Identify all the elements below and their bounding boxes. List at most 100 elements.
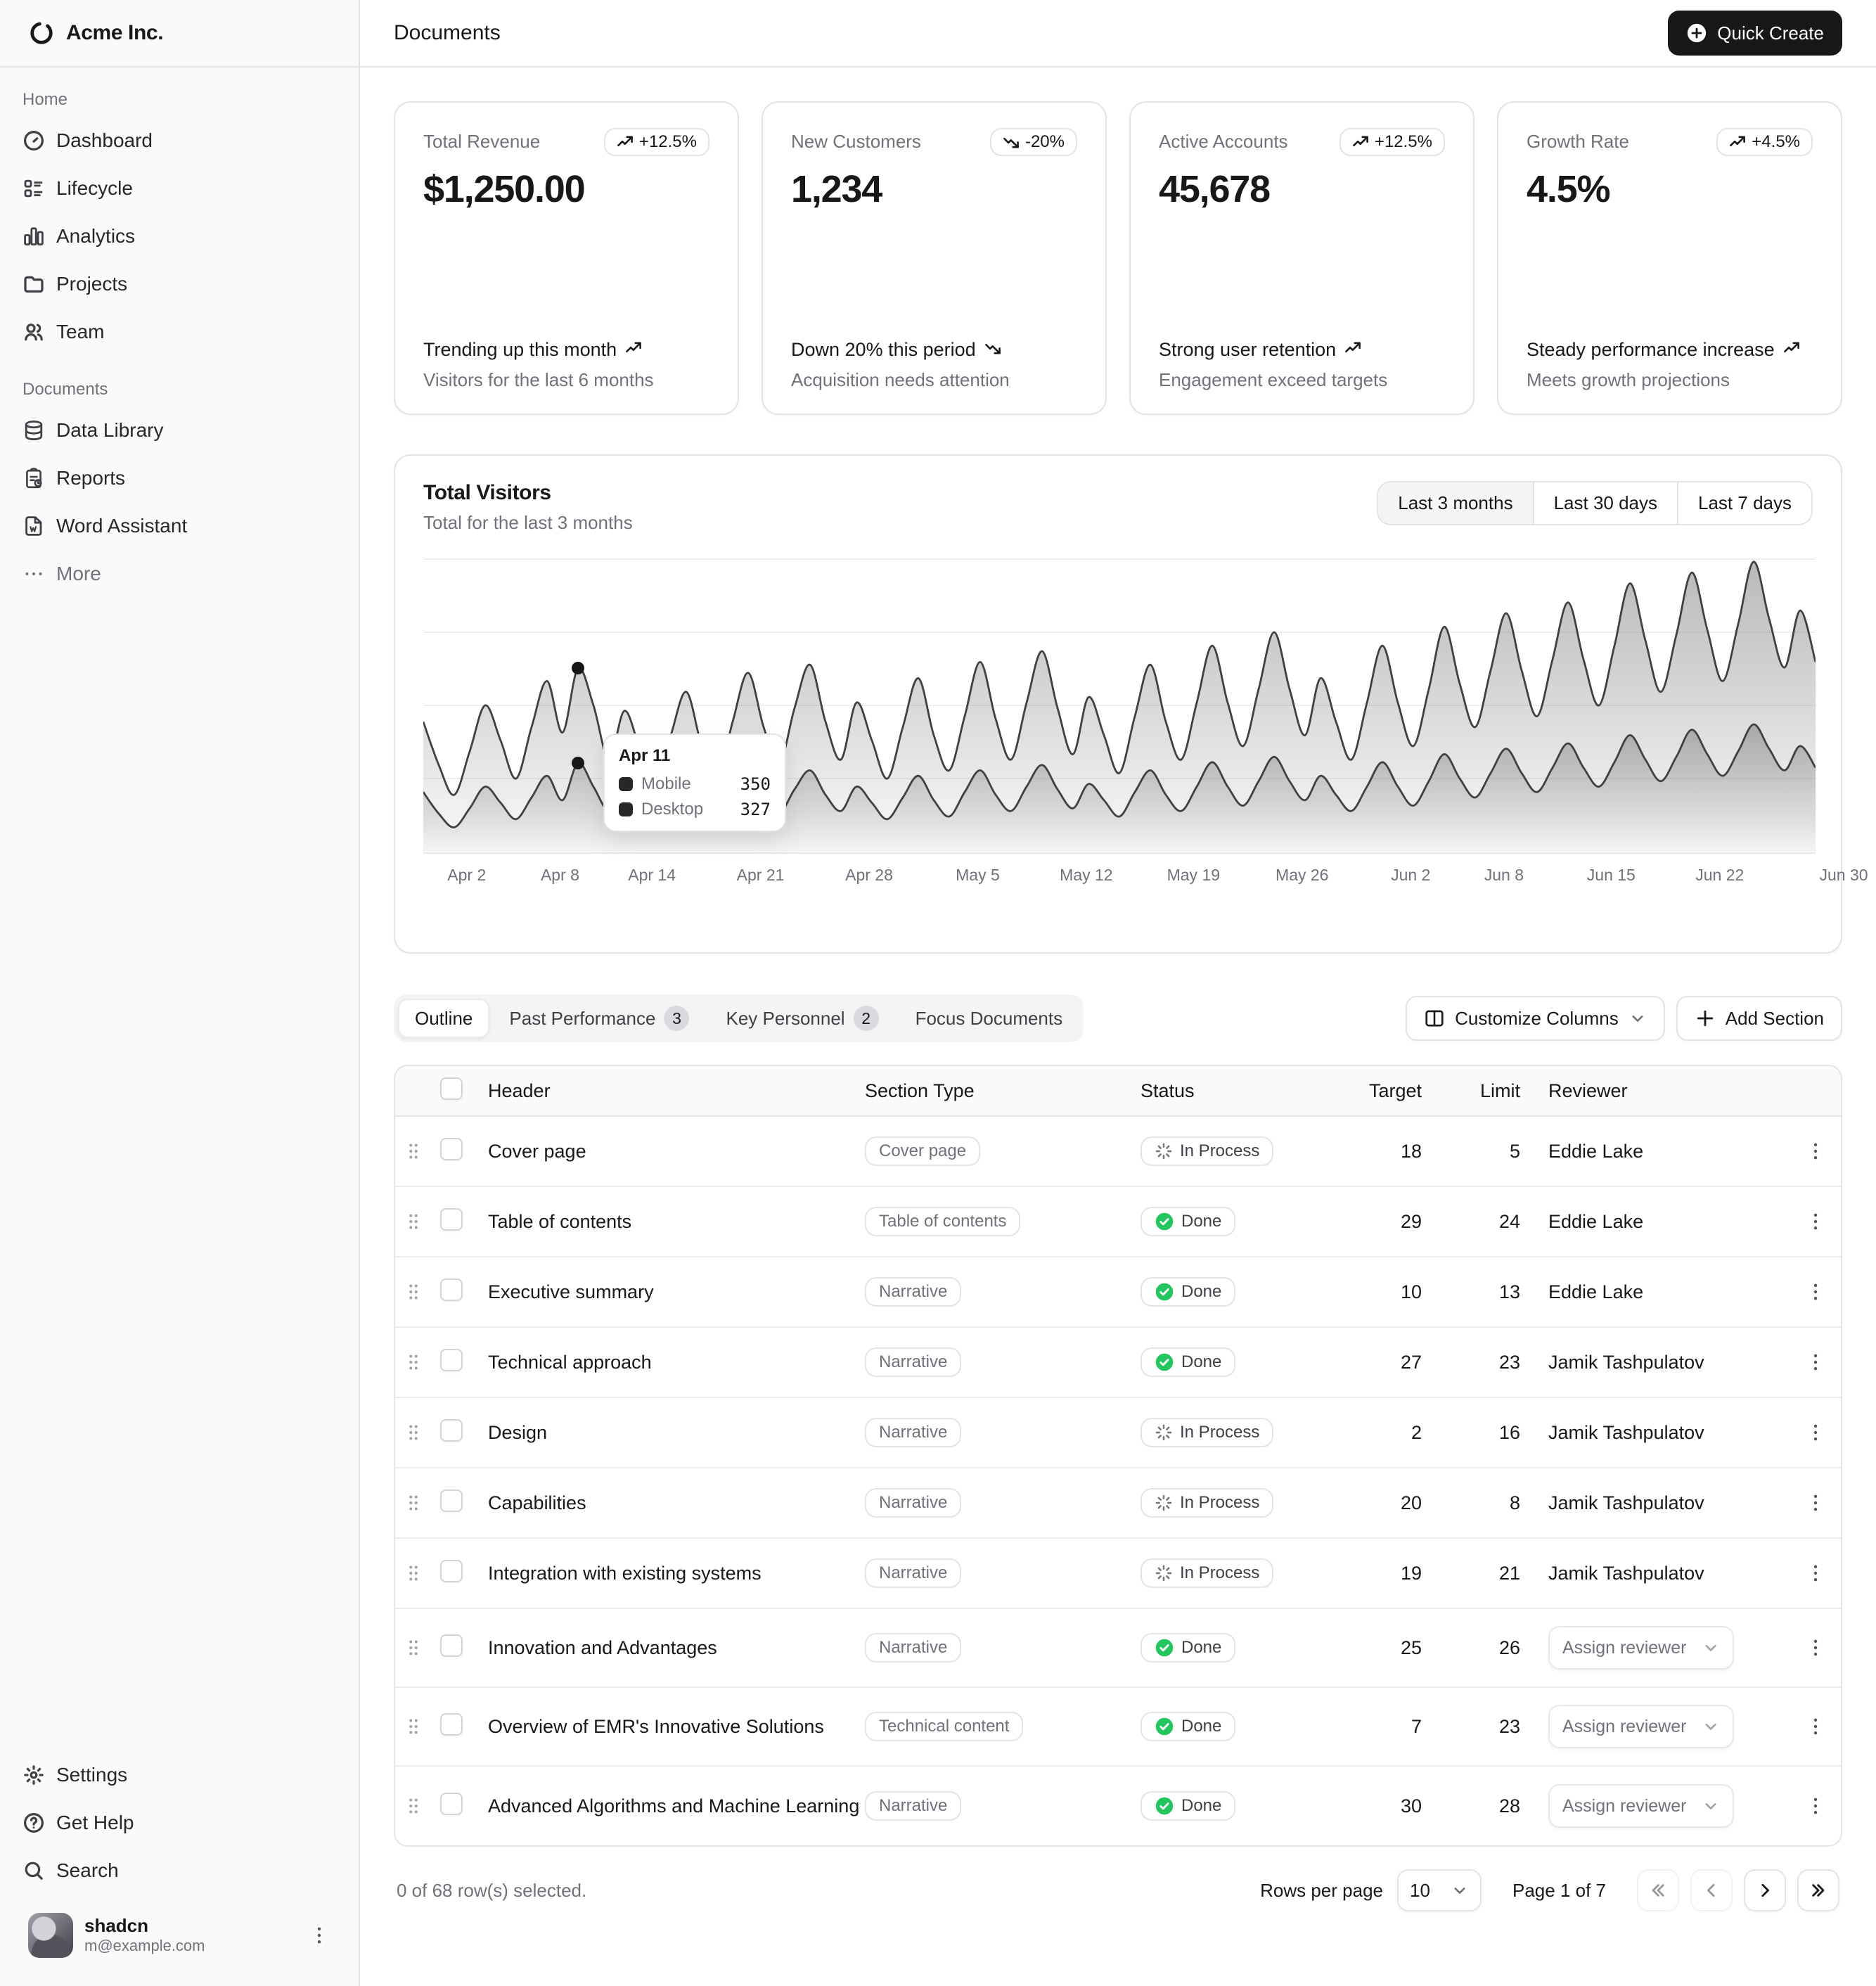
row-checkbox[interactable] xyxy=(440,1560,463,1582)
tab-focus-documents[interactable]: Focus Documents xyxy=(899,999,1080,1038)
limit-value[interactable]: 21 xyxy=(1441,1563,1540,1584)
drag-handle[interactable] xyxy=(395,1352,432,1373)
row-menu-button[interactable] xyxy=(1790,1562,1841,1584)
target-value[interactable]: 20 xyxy=(1343,1492,1441,1514)
quick-create-button[interactable]: Quick Create xyxy=(1668,11,1842,56)
row-checkbox[interactable] xyxy=(440,1208,463,1231)
target-value[interactable]: 29 xyxy=(1343,1211,1441,1233)
row-checkbox[interactable] xyxy=(440,1419,463,1442)
row-checkbox[interactable] xyxy=(440,1490,463,1512)
first-page-button[interactable] xyxy=(1637,1869,1679,1911)
section-title[interactable]: Capabilities xyxy=(488,1492,586,1513)
assign-reviewer-select[interactable]: Assign reviewer xyxy=(1548,1705,1734,1748)
row-menu-button[interactable] xyxy=(1790,1636,1841,1659)
target-value[interactable]: 27 xyxy=(1343,1352,1441,1373)
sidebar-item-projects[interactable]: Projects xyxy=(11,262,347,307)
section-title[interactable]: Integration with existing systems xyxy=(488,1563,762,1584)
sidebar-item-more[interactable]: More xyxy=(11,551,347,596)
drag-handle[interactable] xyxy=(395,1211,432,1232)
limit-value[interactable]: 13 xyxy=(1441,1281,1540,1303)
section-title[interactable]: Design xyxy=(488,1422,547,1443)
row-menu-button[interactable] xyxy=(1790,1715,1841,1738)
row-menu-button[interactable] xyxy=(1790,1140,1841,1162)
assign-reviewer-select[interactable]: Assign reviewer xyxy=(1548,1784,1734,1828)
assign-reviewer-select[interactable]: Assign reviewer xyxy=(1548,1626,1734,1670)
rows-per-page-select[interactable]: 10 xyxy=(1397,1869,1482,1911)
row-checkbox[interactable] xyxy=(440,1279,463,1301)
select-all-checkbox[interactable] xyxy=(440,1077,463,1100)
target-value[interactable]: 10 xyxy=(1343,1281,1441,1303)
last-page-button[interactable] xyxy=(1797,1869,1839,1911)
status-badge: In Process xyxy=(1141,1558,1273,1588)
sidebar-item-word-assistant[interactable]: Word Assistant xyxy=(11,504,347,549)
drag-handle[interactable] xyxy=(395,1637,432,1658)
section-title[interactable]: Advanced Algorithms and Machine Learning xyxy=(488,1795,859,1817)
sidebar-item-reports[interactable]: Reports xyxy=(11,456,347,501)
sidebar-footer-nav: SettingsGet HelpSearch xyxy=(11,1753,347,1896)
row-checkbox[interactable] xyxy=(440,1138,463,1160)
row-menu-button[interactable] xyxy=(1790,1492,1841,1514)
row-checkbox[interactable] xyxy=(440,1793,463,1815)
next-page-button[interactable] xyxy=(1744,1869,1786,1911)
sidebar-item-dashboard[interactable]: Dashboard xyxy=(11,118,347,163)
clipboard-icon xyxy=(23,467,45,489)
section-title[interactable]: Table of contents xyxy=(488,1211,631,1232)
customize-columns-button[interactable]: Customize Columns xyxy=(1406,996,1665,1041)
tab-key-personnel[interactable]: Key Personnel2 xyxy=(709,999,895,1038)
tab-past-performance[interactable]: Past Performance3 xyxy=(492,999,706,1038)
target-value[interactable]: 30 xyxy=(1343,1795,1441,1817)
section-title[interactable]: Executive summary xyxy=(488,1281,654,1302)
section-title[interactable]: Cover page xyxy=(488,1141,586,1162)
limit-value[interactable]: 8 xyxy=(1441,1492,1540,1514)
section-title[interactable]: Overview of EMR's Innovative Solutions xyxy=(488,1716,824,1737)
area-chart[interactable]: Apr 11 Mobile 350 Desktop 327 xyxy=(423,556,1813,854)
org-switcher[interactable]: Acme Inc. xyxy=(17,14,174,52)
limit-value[interactable]: 23 xyxy=(1441,1352,1540,1373)
drag-handle[interactable] xyxy=(395,1492,432,1513)
stat-foot-title: Strong user retention xyxy=(1159,337,1445,362)
more-vertical-icon[interactable] xyxy=(308,1924,330,1947)
target-value[interactable]: 19 xyxy=(1343,1563,1441,1584)
sidebar-item-settings[interactable]: Settings xyxy=(11,1753,347,1798)
row-checkbox[interactable] xyxy=(440,1349,463,1371)
row-menu-button[interactable] xyxy=(1790,1421,1841,1444)
sidebar-item-lifecycle[interactable]: Lifecycle xyxy=(11,166,347,211)
section-title[interactable]: Technical approach xyxy=(488,1352,652,1373)
row-menu-button[interactable] xyxy=(1790,1351,1841,1373)
sidebar-item-analytics[interactable]: Analytics xyxy=(11,214,347,259)
target-value[interactable]: 7 xyxy=(1343,1716,1441,1738)
target-value[interactable]: 2 xyxy=(1343,1422,1441,1444)
target-value[interactable]: 18 xyxy=(1343,1141,1441,1162)
check-circle-icon xyxy=(1155,1638,1174,1658)
drag-handle[interactable] xyxy=(395,1141,432,1162)
limit-value[interactable]: 26 xyxy=(1441,1637,1540,1659)
prev-page-button[interactable] xyxy=(1690,1869,1733,1911)
drag-handle[interactable] xyxy=(395,1422,432,1443)
drag-handle[interactable] xyxy=(395,1716,432,1737)
add-section-button[interactable]: Add Section xyxy=(1676,996,1842,1041)
row-menu-button[interactable] xyxy=(1790,1795,1841,1817)
sidebar-item-get-help[interactable]: Get Help xyxy=(11,1800,347,1845)
drag-handle[interactable] xyxy=(395,1563,432,1584)
target-value[interactable]: 25 xyxy=(1343,1637,1441,1659)
row-checkbox[interactable] xyxy=(440,1634,463,1657)
limit-value[interactable]: 24 xyxy=(1441,1211,1540,1233)
limit-value[interactable]: 16 xyxy=(1441,1422,1540,1444)
sidebar-item-data-library[interactable]: Data Library xyxy=(11,408,347,453)
section-title[interactable]: Innovation and Advantages xyxy=(488,1637,717,1658)
range-last-3-months[interactable]: Last 3 months xyxy=(1378,482,1532,524)
drag-handle[interactable] xyxy=(395,1795,432,1817)
sidebar-item-search[interactable]: Search xyxy=(11,1848,347,1893)
sidebar-item-team[interactable]: Team xyxy=(11,309,347,354)
tab-outline[interactable]: Outline xyxy=(398,999,489,1038)
row-checkbox[interactable] xyxy=(440,1713,463,1736)
drag-handle[interactable] xyxy=(395,1281,432,1302)
limit-value[interactable]: 5 xyxy=(1441,1141,1540,1162)
row-menu-button[interactable] xyxy=(1790,1281,1841,1303)
range-last-7-days[interactable]: Last 7 days xyxy=(1677,482,1811,524)
user-menu[interactable]: shadcn m@example.com xyxy=(17,1902,342,1969)
limit-value[interactable]: 23 xyxy=(1441,1716,1540,1738)
range-last-30-days[interactable]: Last 30 days xyxy=(1533,482,1677,524)
limit-value[interactable]: 28 xyxy=(1441,1795,1540,1817)
row-menu-button[interactable] xyxy=(1790,1210,1841,1233)
